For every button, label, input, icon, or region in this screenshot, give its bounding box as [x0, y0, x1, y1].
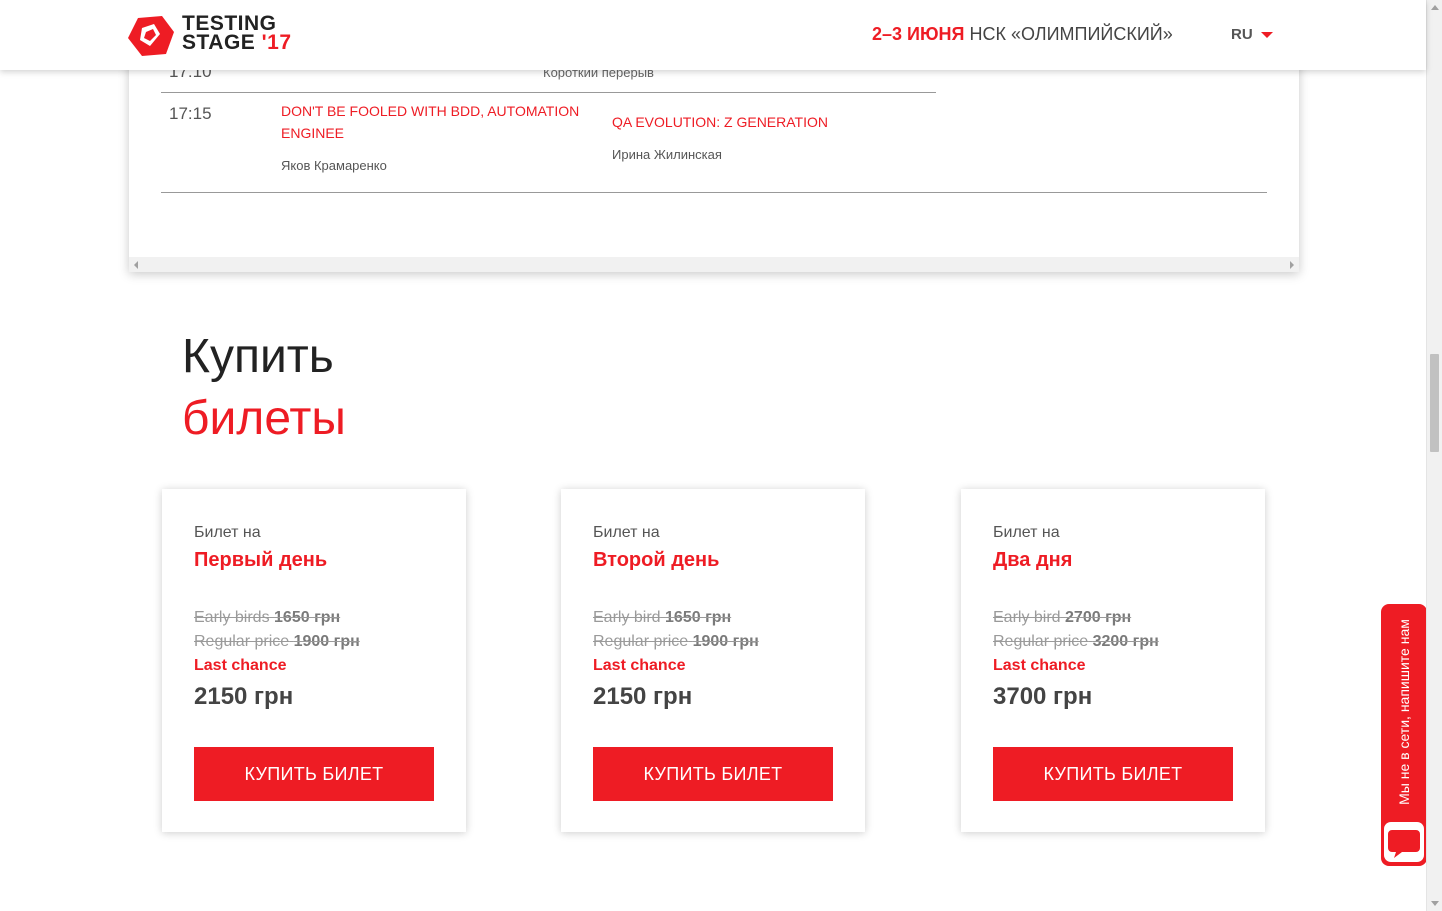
- regular-price-label: Regular price: [593, 633, 689, 650]
- tickets-title-line-1: Купить: [182, 330, 334, 383]
- early-bird-price: Early birds 1650 грн: [194, 609, 340, 627]
- tickets-title-line-2: билеты: [182, 392, 346, 445]
- ticket-label: Билет на: [993, 524, 1060, 541]
- early-bird-amount: 1650 грн: [665, 609, 732, 626]
- chat-widget[interactable]: Мы не в сети, напишите нам: [1381, 604, 1427, 866]
- site-header: TESTING STAGE '17 2–3 ИЮНЯ НСК «ОЛИМПИЙС…: [0, 0, 1426, 70]
- regular-price: Regular price 1900 грн: [593, 633, 759, 651]
- chevron-down-icon: [1260, 31, 1273, 38]
- testing-stage-logo[interactable]: TESTING STAGE '17: [128, 13, 298, 58]
- current-price: 2150 грн: [593, 683, 693, 710]
- regular-price: Regular price 3200 грн: [993, 633, 1159, 651]
- scrollbar-thumb[interactable]: [1430, 354, 1439, 452]
- ticket-card-two-days: Билет на Два дня Early bird 2700 грн Reg…: [961, 489, 1265, 832]
- ticket-card-second-day: Билет на Второй день Early bird 1650 грн…: [561, 489, 865, 832]
- early-bird-amount: 1650 грн: [274, 609, 341, 626]
- regular-price-amount: 1900 грн: [692, 633, 759, 650]
- buy-ticket-button[interactable]: КУПИТЬ БИЛЕТ: [993, 747, 1233, 801]
- last-chance-label: Last chance: [194, 657, 287, 674]
- current-price: 2150 грн: [194, 683, 294, 710]
- early-bird-price: Early bird 1650 грн: [593, 609, 731, 627]
- regular-price-label: Regular price: [993, 633, 1089, 650]
- page-scrollbar[interactable]: [1426, 0, 1442, 911]
- buy-ticket-button[interactable]: КУПИТЬ БИЛЕТ: [593, 747, 833, 801]
- current-price: 3700 грн: [993, 683, 1093, 710]
- early-bird-amount: 2700 грн: [1065, 609, 1132, 626]
- early-bird-label: Early birds: [194, 609, 270, 626]
- scroll-left-arrow-icon[interactable]: [134, 261, 138, 269]
- event-venue: НСК «ОЛИМПИЙСКИЙ»: [969, 24, 1173, 44]
- regular-price-amount: 1900 грн: [293, 633, 360, 650]
- schedule-table: 17:10 Короткий перерыв 17:15 DON'T BE FO…: [129, 40, 1299, 272]
- horizontal-scrollbar[interactable]: [129, 257, 1299, 272]
- ticket-day: Первый день: [194, 549, 328, 571]
- regular-price: Regular price 1900 грн: [194, 633, 360, 651]
- talk-speaker: Яков Крамаренко: [281, 158, 387, 173]
- logo-wordmark: TESTING STAGE '17: [182, 13, 292, 54]
- logo-line-2: STAGE '17: [182, 31, 292, 54]
- talk-speaker: Ирина Жилинская: [612, 147, 722, 162]
- language-selector[interactable]: RU: [1231, 26, 1273, 43]
- last-chance-label: Last chance: [993, 657, 1086, 674]
- ticket-label: Билет на: [194, 524, 261, 541]
- ticket-day: Два дня: [993, 549, 1073, 571]
- event-dates: 2–3 ИЮНЯ: [872, 24, 965, 44]
- row-divider: [161, 192, 1267, 193]
- chat-bubble-svg: [1388, 830, 1420, 858]
- chat-widget-text: Мы не в сети, напишите нам: [1396, 619, 1412, 805]
- logo-year: '17: [261, 31, 292, 54]
- schedule-time: 17:15: [169, 104, 212, 123]
- early-bird-label: Early bird: [993, 609, 1061, 626]
- scroll-right-arrow-icon[interactable]: [1290, 261, 1294, 269]
- language-label: RU: [1231, 26, 1253, 43]
- regular-price-label: Regular price: [194, 633, 290, 650]
- ticket-label: Билет на: [593, 524, 660, 541]
- scroll-down-arrow-icon[interactable]: [1431, 901, 1439, 906]
- logo-mark-icon: [128, 16, 174, 56]
- event-info: 2–3 ИЮНЯ НСК «ОЛИМПИЙСКИЙ»: [872, 24, 1173, 45]
- ticket-card-first-day: Билет на Первый день Early birds 1650 гр…: [162, 489, 466, 832]
- last-chance-label: Last chance: [593, 657, 686, 674]
- early-bird-price: Early bird 2700 грн: [993, 609, 1131, 627]
- chat-bubble-icon[interactable]: [1384, 822, 1424, 862]
- early-bird-label: Early bird: [593, 609, 661, 626]
- regular-price-amount: 3200 грн: [1092, 633, 1159, 650]
- scroll-up-arrow-icon[interactable]: [1431, 5, 1439, 10]
- talk-title-link[interactable]: QA EVOLUTION: Z GENERATION: [612, 111, 912, 133]
- row-divider: [161, 92, 936, 93]
- ticket-day: Второй день: [593, 549, 720, 571]
- logo-line-2-text: STAGE: [182, 31, 256, 54]
- buy-ticket-button[interactable]: КУПИТЬ БИЛЕТ: [194, 747, 434, 801]
- talk-title-link[interactable]: DON'T BE FOOLED WITH BDD, AUTOMATION ENG…: [281, 100, 581, 144]
- tickets-section-title: Купить билеты: [182, 326, 346, 450]
